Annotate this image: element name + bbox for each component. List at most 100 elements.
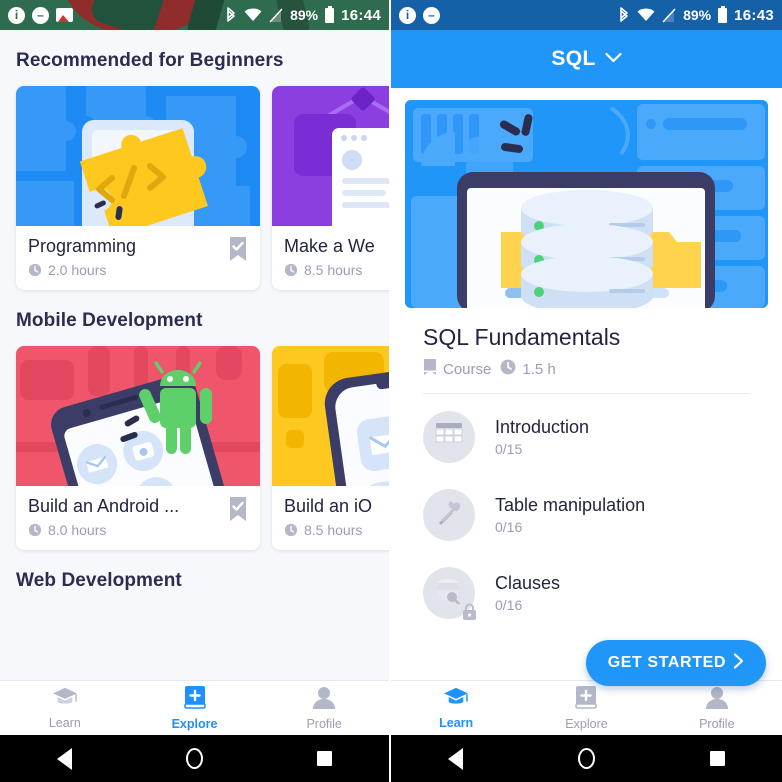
- lesson-title: Table manipulation: [495, 495, 646, 515]
- card-body: Make a We 8.5 hours: [272, 226, 389, 290]
- do-not-disturb-icon: –: [32, 6, 49, 24]
- lesson-text: Table manipulation 0/16: [495, 495, 645, 535]
- nav-item-profile[interactable]: Profile: [259, 686, 389, 731]
- lesson-icon-wrap: [423, 411, 475, 463]
- lesson-icon-wrap: [423, 567, 476, 620]
- right-system-nav[interactable]: [391, 735, 782, 782]
- clock-left: 16:44: [341, 6, 381, 24]
- card-thumbnail: [272, 346, 389, 486]
- tools-icon: [435, 499, 463, 532]
- course-meta: Course 1.5 h: [423, 359, 750, 379]
- back-button[interactable]: [57, 747, 72, 770]
- card-body: Programming 2.0 hours: [16, 226, 260, 290]
- card-thumbnail: [16, 86, 260, 226]
- card-row-recommended[interactable]: Programming 2.0 hours Make a We 8.5 hour…: [0, 86, 389, 290]
- lesson-progress: 0/15: [495, 441, 523, 457]
- card-body: Build an iO 8.5 hours: [272, 486, 389, 550]
- home-button[interactable]: [577, 748, 595, 769]
- course-card-programming[interactable]: Programming 2.0 hours: [16, 86, 260, 290]
- course-card-ios[interactable]: Build an iO 8.5 hours: [272, 346, 389, 550]
- nav-label: Learn: [439, 716, 474, 730]
- clock-icon: [284, 523, 298, 537]
- section-heading-recommended: Recommended for Beginners: [16, 50, 284, 71]
- battery-icon: [325, 5, 335, 23]
- left-status-bar: i – 89% 16:44: [0, 0, 389, 30]
- right-phone-screen: i – 89% 16:43 SQL SQL Fundamentals Cours…: [391, 0, 782, 782]
- lesson-row-clauses[interactable]: Clauses 0/16: [423, 554, 750, 632]
- get-started-button[interactable]: GET STARTED: [585, 640, 766, 686]
- nav-label: Profile: [306, 716, 342, 731]
- nav-label: Explore: [171, 717, 218, 731]
- explore-scroll-area[interactable]: Recommended for Beginners Programming 2.…: [0, 30, 389, 670]
- nav-item-explore[interactable]: Explore: [521, 685, 651, 731]
- database-search-icon: [435, 578, 463, 609]
- card-duration: 8.0 hours: [28, 522, 248, 538]
- person-icon: [705, 686, 729, 714]
- bluetooth-icon: [225, 6, 237, 24]
- chevron-down-icon[interactable]: [605, 50, 622, 68]
- lesson-row-table-manipulation[interactable]: Table manipulation 0/16: [423, 476, 750, 554]
- lesson-progress: 0/16: [495, 519, 523, 535]
- lesson-text: Introduction 0/15: [495, 417, 589, 457]
- card-duration: 2.0 hours: [28, 262, 248, 278]
- clock-icon: [28, 523, 42, 537]
- book-plus-icon: [575, 685, 598, 714]
- lesson-title: Introduction: [495, 417, 590, 437]
- clock-right: 16:43: [734, 6, 774, 24]
- signal-off-icon: [662, 8, 676, 23]
- graduation-cap-icon: [52, 686, 78, 713]
- card-title: Build an iO: [284, 496, 373, 516]
- course-card-android[interactable]: Build an Android ... 8.0 hours: [16, 346, 260, 550]
- recents-button[interactable]: [709, 751, 725, 766]
- graduation-cap-icon: [443, 686, 469, 713]
- lesson-title: Clauses: [495, 573, 561, 593]
- bookmark-icon[interactable]: [228, 496, 248, 527]
- right-bottom-nav[interactable]: Learn Explore Profile: [391, 680, 782, 735]
- left-phone-screen: i – 89% 16:44 Recommended for Beginners …: [0, 0, 391, 782]
- recents-button[interactable]: [317, 751, 332, 766]
- card-title: Programming: [28, 236, 137, 256]
- battery-icon: [718, 5, 728, 23]
- lesson-row-introduction[interactable]: Introduction 0/15: [423, 398, 750, 476]
- left-system-nav[interactable]: [0, 735, 389, 782]
- wifi-icon: [637, 8, 655, 22]
- card-title: Build an Android ...: [28, 496, 180, 516]
- lesson-text: Clauses 0/16: [495, 573, 560, 613]
- home-button[interactable]: [186, 748, 203, 769]
- back-button[interactable]: [448, 747, 464, 770]
- table-grid-icon: [435, 422, 463, 453]
- nav-label: Profile: [699, 716, 735, 731]
- nav-item-learn[interactable]: Learn: [391, 686, 521, 730]
- card-duration: 8.5 hours: [284, 522, 389, 538]
- course-detail-scroll[interactable]: SQL Fundamentals Course 1.5 h Introducti…: [391, 88, 782, 700]
- app-bar-title: SQL: [551, 47, 596, 70]
- nav-label: Learn: [48, 716, 81, 730]
- section-heading-mobile: Mobile Development: [16, 310, 203, 331]
- nav-item-learn[interactable]: Learn: [0, 686, 130, 730]
- dual-phone-screenshot: i – 89% 16:44 Recommended for Beginners …: [0, 0, 782, 782]
- do-not-disturb-icon: –: [423, 6, 440, 24]
- card-thumbnail: [16, 346, 260, 486]
- signal-off-icon: [269, 8, 283, 23]
- card-row-mobile[interactable]: Build an Android ... 8.0 hours Build an …: [0, 346, 389, 550]
- clock-icon: [500, 359, 516, 379]
- left-bottom-nav[interactable]: Learn Explore Profile: [0, 680, 389, 735]
- battery-percent-right: 89%: [683, 7, 712, 23]
- info-icon: i: [8, 6, 25, 24]
- app-bar[interactable]: SQL: [391, 30, 782, 88]
- card-body: Build an Android ... 8.0 hours: [16, 486, 260, 550]
- lesson-icon-wrap: [423, 489, 475, 541]
- course-card-make-a-website[interactable]: Make a We 8.5 hours: [272, 86, 389, 290]
- image-icon: [56, 8, 73, 22]
- course-info-block: SQL Fundamentals Course 1.5 h Introducti…: [391, 308, 782, 632]
- nav-label: Explore: [565, 717, 608, 731]
- lock-icon: [460, 602, 479, 621]
- bluetooth-icon: [618, 6, 630, 24]
- nav-item-explore[interactable]: Explore: [130, 685, 260, 731]
- card-thumbnail: [272, 86, 389, 226]
- course-type-label: Course: [443, 360, 492, 378]
- card-duration: 8.5 hours: [284, 262, 389, 278]
- right-status-bar: i – 89% 16:43: [391, 0, 782, 30]
- nav-item-profile[interactable]: Profile: [652, 686, 782, 731]
- bookmark-icon[interactable]: [228, 236, 248, 267]
